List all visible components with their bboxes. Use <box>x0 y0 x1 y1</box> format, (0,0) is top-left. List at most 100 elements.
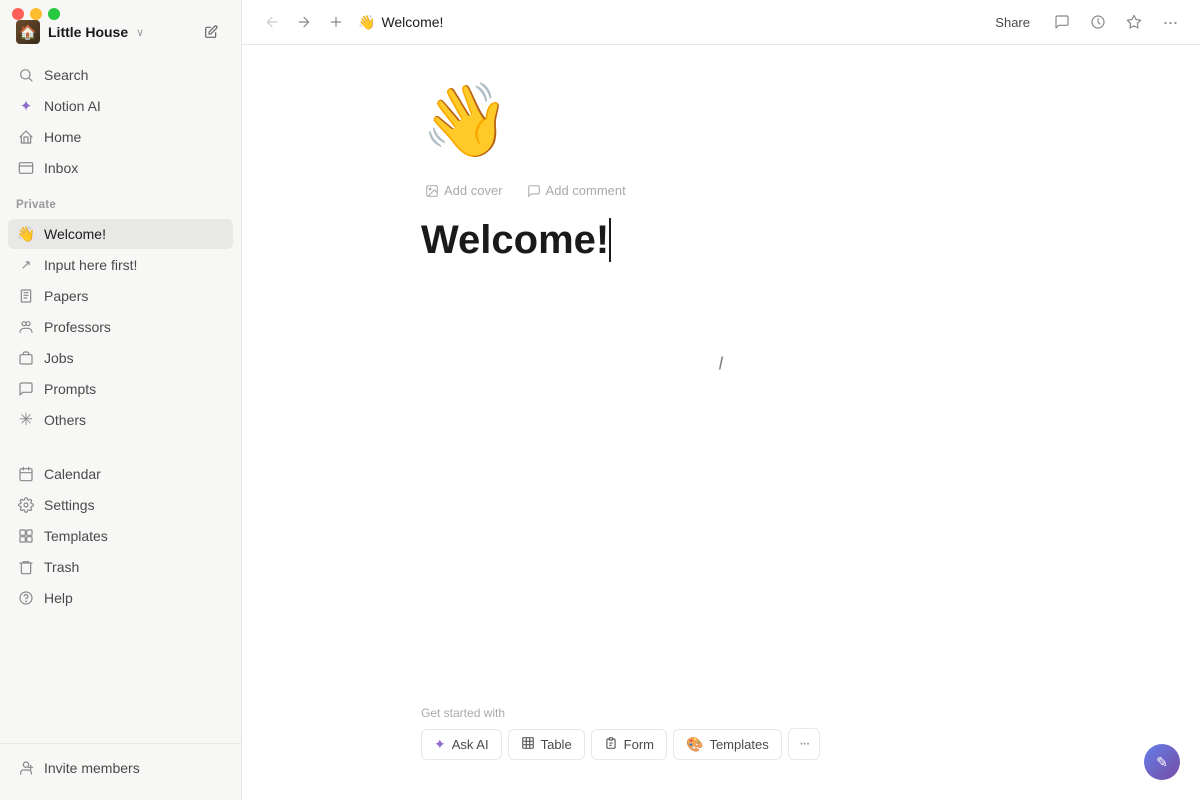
sidebar-item-calendar[interactable]: Calendar <box>8 459 233 489</box>
professors-label: Professors <box>44 319 111 335</box>
ellipsis-icon: ··· <box>1163 12 1178 33</box>
topbar-right: Share ··· <box>985 8 1184 36</box>
prompts-label: Prompts <box>44 381 96 397</box>
maximize-dot[interactable] <box>48 8 60 20</box>
sidebar-item-home[interactable]: Home <box>8 122 233 152</box>
form-label: Form <box>624 737 654 752</box>
sidebar-item-papers[interactable]: Papers <box>8 281 233 311</box>
minimize-dot[interactable] <box>30 8 42 20</box>
topbar-title: 👋 Welcome! <box>358 14 443 31</box>
jobs-icon <box>16 348 36 368</box>
workspace-name: Little House <box>48 24 128 40</box>
others-icon: ✳ <box>16 410 36 430</box>
calendar-label: Calendar <box>44 466 101 482</box>
sidebar-footer: Invite members <box>0 743 241 792</box>
welcome-icon: 👋 <box>16 224 36 244</box>
back-button[interactable] <box>258 8 286 36</box>
professors-icon <box>16 317 36 337</box>
home-label: Home <box>44 129 81 145</box>
help-icon <box>16 588 36 608</box>
pencil-icon <box>203 24 219 40</box>
avatar-initials: ✎ <box>1156 754 1168 771</box>
help-label: Help <box>44 590 73 606</box>
ask-ai-label: Ask AI <box>452 737 489 752</box>
sidebar-global-nav: Search ✦ Notion AI Home <box>0 56 241 187</box>
sidebar-pages-nav: 👋 Welcome! ↗ Input here first! Papers <box>0 215 241 439</box>
sidebar-item-others[interactable]: ✳ Others <box>8 405 233 435</box>
table-label: Table <box>541 737 572 752</box>
user-avatar[interactable]: ✎ <box>1144 744 1180 780</box>
add-cover-button[interactable]: Add cover <box>421 181 507 200</box>
topbar-emoji: 👋 <box>358 14 375 31</box>
inbox-icon <box>16 158 36 178</box>
sidebar-item-templates[interactable]: Templates <box>8 521 233 551</box>
templates-button[interactable]: 🎨 Templates <box>673 729 782 760</box>
arrow-right-icon <box>296 14 312 30</box>
sidebar: 🏠 Little House ∨ Search <box>0 0 242 800</box>
page-emoji[interactable]: 👋 <box>421 85 1021 157</box>
new-page-topbar-button[interactable] <box>322 8 350 36</box>
trash-icon <box>16 557 36 577</box>
get-started-buttons: ✦ Ask AI Table <box>421 728 1021 760</box>
inbox-label: Inbox <box>44 160 78 176</box>
sidebar-item-input-here-first[interactable]: ↗ Input here first! <box>8 250 233 280</box>
comments-button[interactable] <box>1048 8 1076 36</box>
form-button[interactable]: Form <box>591 729 667 760</box>
topbar-title-text: Welcome! <box>381 14 443 30</box>
invite-members-button[interactable]: Invite members <box>8 752 233 784</box>
templates-gs-icon: 🎨 <box>686 736 703 753</box>
input-here-first-label: Input here first! <box>44 257 137 273</box>
close-dot[interactable] <box>12 8 24 20</box>
get-started-label: Get started with <box>421 706 1021 720</box>
page-meta: Add cover Add comment <box>421 181 1021 200</box>
share-button[interactable]: Share <box>985 11 1040 34</box>
more-options-button[interactable]: ··· <box>1156 8 1184 36</box>
ask-ai-button[interactable]: ✦ Ask AI <box>421 729 502 760</box>
sidebar-item-search[interactable]: Search <box>8 60 233 90</box>
arrow-left-icon <box>264 14 280 30</box>
page-title-text: Welcome! <box>421 218 609 262</box>
notion-ai-label: Notion AI <box>44 98 101 114</box>
invite-members-label: Invite members <box>44 760 140 776</box>
sidebar-item-help[interactable]: Help <box>8 583 233 613</box>
ask-ai-icon: ✦ <box>434 736 446 753</box>
clock-icon <box>1090 14 1106 30</box>
image-icon <box>425 184 439 198</box>
settings-label: Settings <box>44 497 95 513</box>
sidebar-item-welcome[interactable]: 👋 Welcome! <box>8 219 233 249</box>
updates-button[interactable] <box>1084 8 1112 36</box>
star-icon <box>1126 14 1142 30</box>
notion-ai-icon: ✦ <box>16 96 36 116</box>
mac-traffic-lights <box>12 8 60 20</box>
more-options-gs-button[interactable]: ··· <box>788 728 820 760</box>
templates-icon <box>16 526 36 546</box>
table-button[interactable]: Table <box>508 729 585 760</box>
sidebar-item-trash[interactable]: Trash <box>8 552 233 582</box>
workspace-left: 🏠 Little House ∨ <box>16 20 144 44</box>
jobs-label: Jobs <box>44 350 74 366</box>
search-icon <box>16 65 36 85</box>
add-comment-label: Add comment <box>546 183 626 198</box>
welcome-page-label: Welcome! <box>44 226 106 242</box>
topbar-left: 👋 Welcome! <box>258 8 443 36</box>
add-comment-button[interactable]: Add comment <box>523 181 630 200</box>
new-page-button[interactable] <box>197 18 225 46</box>
sidebar-item-settings[interactable]: Settings <box>8 490 233 520</box>
search-label: Search <box>44 67 88 83</box>
trash-label: Trash <box>44 559 79 575</box>
topbar: 👋 Welcome! Share <box>242 0 1200 45</box>
sidebar-item-inbox[interactable]: Inbox <box>8 153 233 183</box>
add-cover-label: Add cover <box>444 183 503 198</box>
prompts-icon <box>16 379 36 399</box>
sidebar-item-professors[interactable]: Professors <box>8 312 233 342</box>
sidebar-item-prompts[interactable]: Prompts <box>8 374 233 404</box>
favorite-button[interactable] <box>1120 8 1148 36</box>
sidebar-item-jobs[interactable]: Jobs <box>8 343 233 373</box>
home-icon <box>16 127 36 147</box>
sidebar-item-notion-ai[interactable]: ✦ Notion AI <box>8 91 233 121</box>
private-section-label: Private <box>0 187 241 215</box>
page-title[interactable]: Welcome! <box>421 216 1021 264</box>
table-icon <box>521 736 535 753</box>
main-content: 👋 Welcome! Share <box>242 0 1200 800</box>
forward-button[interactable] <box>290 8 318 36</box>
